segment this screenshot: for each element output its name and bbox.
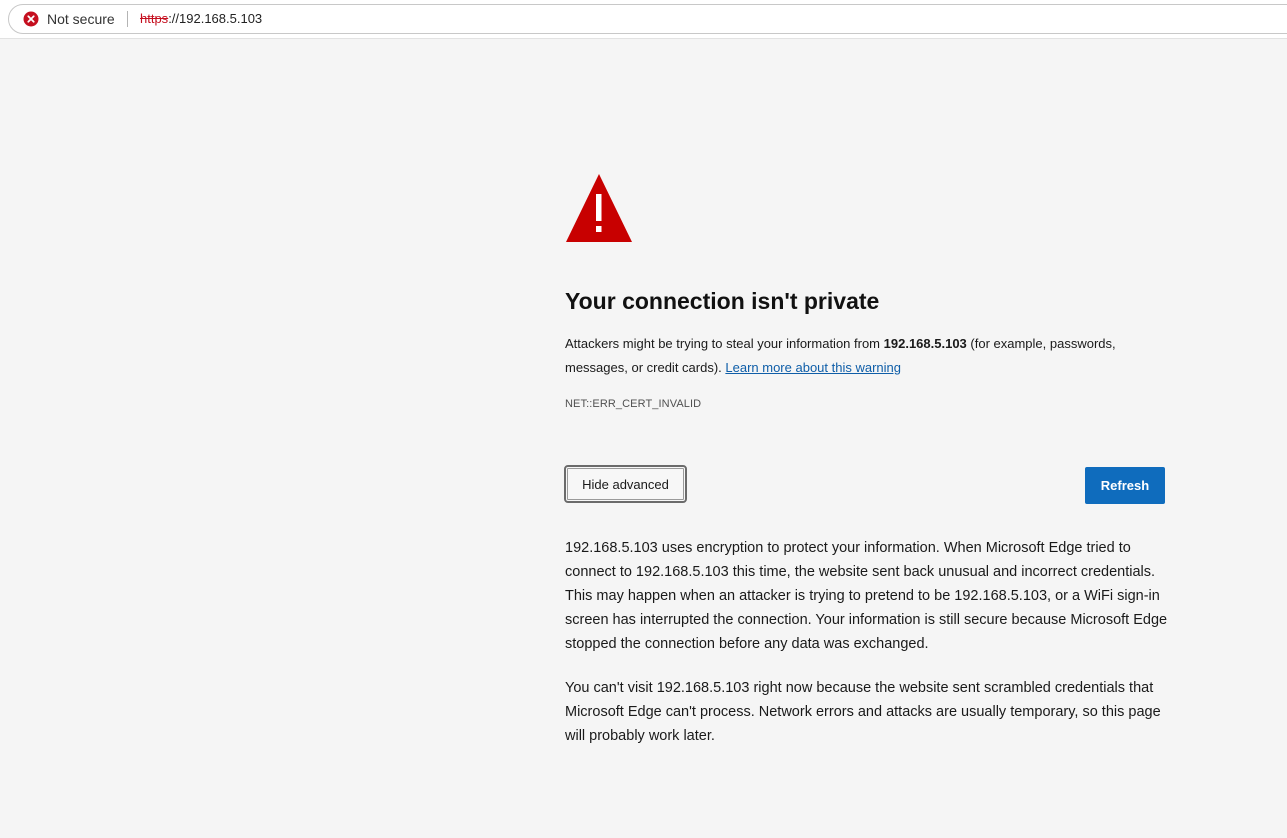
address-bar[interactable]: Not secure https://192.168.5.103 bbox=[8, 4, 1287, 34]
description-prefix: Attackers might be trying to steal your … bbox=[565, 336, 884, 351]
description-host: 192.168.5.103 bbox=[883, 336, 967, 351]
address-bar-divider bbox=[127, 11, 128, 27]
site-info-button[interactable]: Not secure bbox=[23, 5, 115, 33]
not-secure-label: Not secure bbox=[47, 11, 115, 27]
url-scheme: https bbox=[140, 11, 169, 26]
url-text[interactable]: https://192.168.5.103 bbox=[140, 5, 262, 33]
refresh-button[interactable]: Refresh bbox=[1085, 467, 1165, 504]
warning-description: Attackers might be trying to steal your … bbox=[565, 332, 1170, 380]
not-secure-error-icon bbox=[23, 11, 39, 27]
error-code: NET::ERR_CERT_INVALID bbox=[565, 398, 702, 410]
browser-toolbar: Not secure https://192.168.5.103 bbox=[0, 0, 1287, 39]
warning-triangle-icon bbox=[565, 172, 633, 244]
page-title: Your connection isn't private bbox=[565, 288, 880, 314]
url-host: ://192.168.5.103 bbox=[168, 11, 263, 26]
advanced-details-paragraph-1: 192.168.5.103 uses encryption to protect… bbox=[565, 540, 1168, 652]
learn-more-link[interactable]: Learn more about this warning bbox=[725, 360, 901, 375]
hide-advanced-button[interactable]: Hide advanced bbox=[564, 465, 687, 503]
advanced-details-paragraph-2: You can't visit 192.168.5.103 right now … bbox=[565, 680, 1161, 744]
